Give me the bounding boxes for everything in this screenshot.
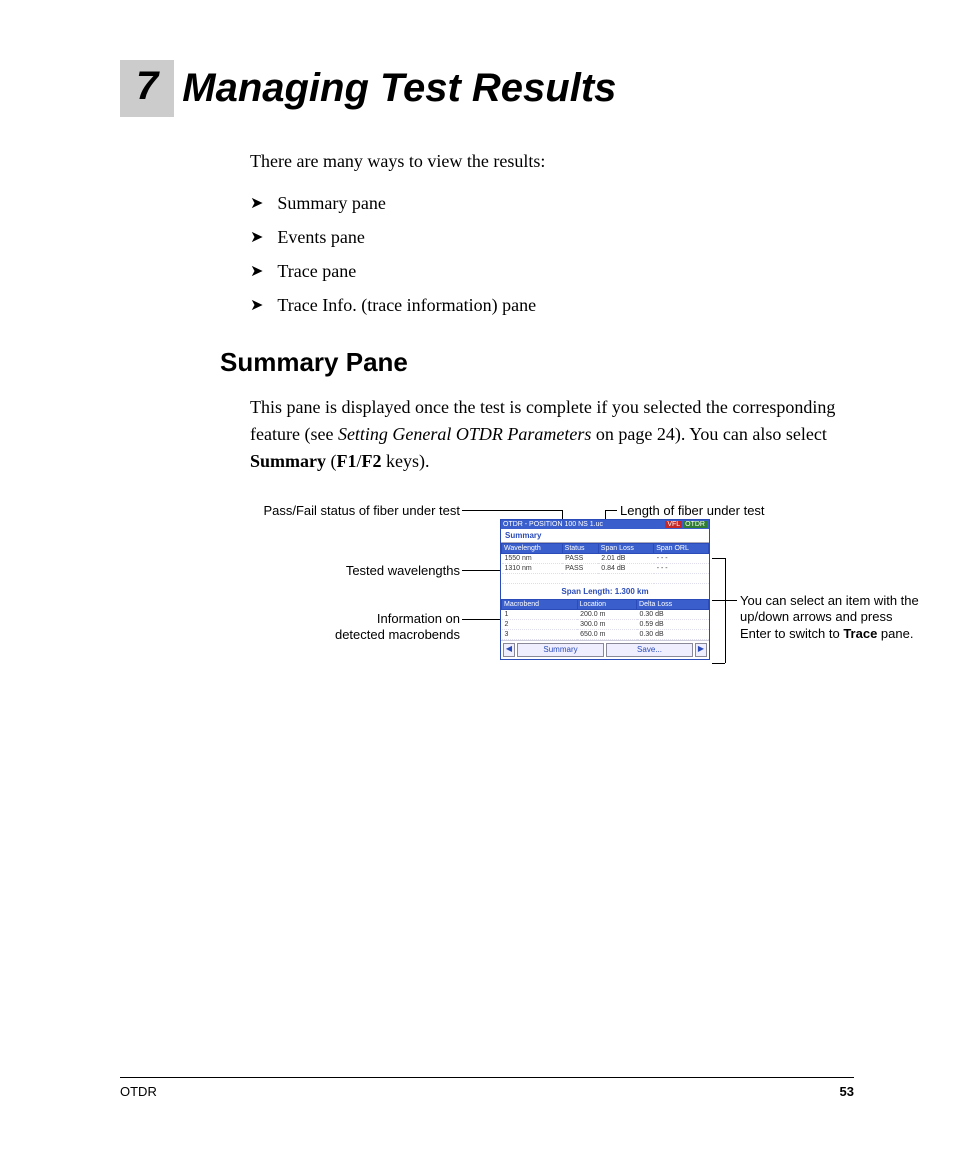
para-emphasis: Setting General OTDR Parameters [338,424,591,444]
callout-line: Information on [377,611,460,626]
bullet-item: Trace Info. (trace information) pane [250,288,854,322]
para-text: keys). [382,451,430,471]
nav-right-button[interactable]: ▶ [695,643,707,657]
para-strong: F2 [362,451,382,471]
callout-length: Length of fiber under test [620,503,765,520]
cell-status: PASS [562,563,598,573]
th-status: Status [562,543,598,553]
bullet-item: Trace pane [250,254,854,288]
device-titlebar: OTDR - POSITION 100 NS 1.uc VFLOTDR [501,520,709,529]
leader-line [605,510,617,511]
footer-left: OTDR [120,1084,157,1099]
chapter-title: Managing Test Results [182,66,616,111]
callout-macrobends: Information on detected macrobends [200,611,460,644]
bullet-list: Summary pane Events pane Trace pane Trac… [250,186,854,323]
figure: Pass/Fail status of fiber under test Len… [200,503,854,723]
device-footer: ◀ Summary Save... ▶ [501,640,709,659]
callout-line: You can select an item with the [740,593,919,608]
cell: 0.30 dB [637,609,709,619]
device-title: OTDR - POSITION 100 NS 1.uc [503,521,603,528]
leader-line [712,558,725,559]
bullet-item: Summary pane [250,186,854,220]
cell: 300.0 m [577,619,636,629]
para-text: on page 24). You can also select [591,424,826,444]
span-length-label: Span Length: 1.300 km [501,584,709,599]
para-text: ( [326,451,337,471]
th-wavelength: Wavelength [502,543,563,553]
cell: 0.59 dB [637,619,709,629]
device-tab: Summary [501,529,709,543]
nav-left-button[interactable]: ◀ [503,643,515,657]
cell-status: PASS [562,553,598,563]
device-screenshot: OTDR - POSITION 100 NS 1.uc VFLOTDR Summ… [500,519,710,660]
callout-line: Enter to switch to [740,626,843,641]
leader-line [712,663,725,664]
otdr-badge: OTDR [683,521,707,528]
cell: 1310 nm [502,563,563,573]
leader-line [462,570,500,571]
leader-line [462,619,500,620]
cell: 200.0 m [577,609,636,619]
macrobend-table: Macrobend Location Delta Loss 1 200.0 m … [501,599,709,640]
callout-line: up/down arrows and press [740,609,892,624]
table-row: 1550 nm PASS 2.01 dB - - - [502,553,709,563]
callout-strong: Trace [843,626,877,641]
section-heading: Summary Pane [220,347,854,378]
para-strong: Summary [250,451,326,471]
th-macrobend: Macrobend [502,599,578,609]
page-number: 53 [840,1084,854,1099]
cell: 0.30 dB [637,629,709,639]
table-row: 3 650.0 m 0.30 dB [502,629,709,639]
chapter-header: 7 Managing Test Results [120,60,854,117]
cell: 2 [502,619,578,629]
th-spanloss: Span Loss [598,543,653,553]
intro-text: There are many ways to view the results: [250,147,854,176]
page-footer: OTDR 53 [120,1077,854,1099]
table-row: 1310 nm PASS 0.84 dB - - - [502,563,709,573]
cell: - - - [654,553,709,563]
th-spanorl: Span ORL [654,543,709,553]
save-button[interactable]: Save... [606,643,693,657]
leader-line [462,510,562,511]
callout-wavelengths: Tested wavelengths [200,563,460,580]
para-strong: F1 [337,451,357,471]
callout-line: pane. [877,626,913,641]
table-row: 1 200.0 m 0.30 dB [502,609,709,619]
vfl-badge: VFL [665,521,682,528]
section-paragraph: This pane is displayed once the test is … [250,394,854,475]
cell: 1 [502,609,578,619]
cell: 650.0 m [577,629,636,639]
leader-line [725,558,726,663]
cell: 1550 nm [502,553,563,563]
bullet-item: Events pane [250,220,854,254]
cell: 3 [502,629,578,639]
th-deltaloss: Delta Loss [637,599,709,609]
cell: 2.01 dB [598,553,653,563]
callout-select: You can select an item with the up/down … [740,593,950,644]
th-location: Location [577,599,636,609]
chapter-number: 7 [120,60,174,117]
callout-passfail: Pass/Fail status of fiber under test [200,503,460,520]
cell: - - - [654,563,709,573]
wavelength-table: Wavelength Status Span Loss Span ORL 155… [501,543,709,584]
cell: 0.84 dB [598,563,653,573]
summary-button[interactable]: Summary [517,643,604,657]
table-row: 2 300.0 m 0.59 dB [502,619,709,629]
callout-line: detected macrobends [335,627,460,642]
